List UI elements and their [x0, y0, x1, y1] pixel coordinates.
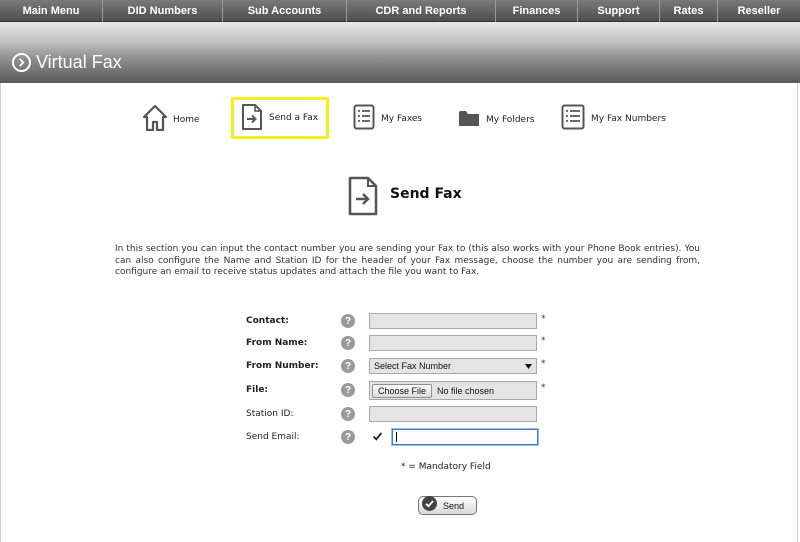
mandatory-note: * = Mandatory Field — [401, 462, 491, 472]
station-id-row: Station ID: ? — [246, 406, 566, 424]
document-arrow-icon — [347, 175, 379, 221]
menu-sub-accounts[interactable]: Sub Accounts — [223, 0, 347, 22]
file-input: Choose File No file chosen — [369, 381, 537, 400]
help-icon[interactable]: ? — [341, 407, 355, 421]
from-number-selected: Select Fax Number — [374, 361, 452, 371]
subnav-send-fax-label: Send a Fax — [269, 113, 319, 123]
list-icon — [561, 104, 585, 133]
from-number-select[interactable]: Select Fax Number — [369, 358, 537, 374]
list-icon — [353, 104, 375, 133]
from-number-label: From Number: — [246, 361, 319, 371]
station-id-input[interactable] — [369, 406, 537, 422]
subnav-my-faxes[interactable]: My Faxes — [353, 104, 422, 133]
folder-icon — [458, 108, 480, 131]
section-heading: Send Fax — [390, 186, 462, 202]
menu-support[interactable]: Support — [578, 0, 660, 22]
contact-input[interactable] — [369, 313, 537, 329]
help-icon[interactable]: ? — [341, 359, 355, 373]
from-name-label: From Name: — [246, 338, 308, 348]
page-title: Virtual Fax — [36, 52, 122, 72]
subnav-home[interactable]: Home — [142, 104, 200, 134]
subnav-my-fax-numbers-label: My Fax Numbers — [591, 113, 666, 124]
title-bar: Virtual Fax — [0, 22, 800, 83]
send-email-row: Send Email: ? — [246, 428, 566, 447]
from-number-row: From Number: ? Select Fax Number * — [246, 358, 566, 376]
menu-rates[interactable]: Rates — [660, 0, 718, 22]
menu-finances[interactable]: Finances — [496, 0, 578, 22]
menu-cdr-reports[interactable]: CDR and Reports — [347, 0, 496, 22]
send-email-checkbox[interactable] — [372, 431, 383, 442]
mandatory-star: * — [541, 314, 546, 324]
home-icon — [142, 104, 168, 134]
top-menu: Main Menu DID Numbers Sub Accounts CDR a… — [0, 0, 800, 22]
send-email-label: Send Email: — [246, 432, 300, 442]
menu-reseller[interactable]: Reseller — [718, 0, 800, 22]
right-border — [797, 83, 798, 542]
subnav-home-label: Home — [173, 114, 200, 125]
subnav-send-fax[interactable]: Send a Fax — [231, 97, 329, 139]
title-wrap: Virtual Fax — [12, 52, 122, 73]
menu-did-numbers[interactable]: DID Numbers — [103, 0, 223, 22]
check-circle-icon — [422, 496, 437, 515]
subnav-my-folders[interactable]: My Folders — [458, 108, 534, 131]
send-button-label: Send — [443, 500, 465, 511]
mandatory-star: * — [541, 336, 546, 346]
section-description: In this section you can input the contac… — [115, 244, 700, 277]
mandatory-star: * — [541, 383, 546, 393]
help-icon[interactable]: ? — [341, 430, 355, 444]
station-id-label: Station ID: — [246, 409, 294, 419]
mandatory-star: * — [541, 359, 546, 369]
contact-label: Contact: — [246, 316, 289, 326]
send-button[interactable]: Send — [418, 496, 477, 515]
left-border — [0, 83, 1, 542]
file-row: File: ? Choose File No file chosen * — [246, 381, 566, 400]
subnav-my-folders-label: My Folders — [486, 114, 535, 125]
text-caret — [396, 432, 397, 442]
send-email-input[interactable] — [391, 428, 539, 446]
circle-chevron-right-icon — [12, 53, 31, 72]
file-status: No file chosen — [437, 385, 495, 396]
document-arrow-icon — [241, 103, 263, 134]
menu-main-menu[interactable]: Main Menu — [0, 0, 103, 22]
help-icon[interactable]: ? — [341, 383, 355, 397]
subnav-my-faxes-label: My Faxes — [381, 113, 423, 124]
from-name-row: From Name: ? * — [246, 335, 566, 353]
dropdown-arrow-icon — [525, 361, 532, 371]
choose-file-button[interactable]: Choose File — [372, 383, 433, 398]
help-icon[interactable]: ? — [341, 336, 355, 350]
checkmark-icon — [372, 432, 383, 441]
from-name-input[interactable] — [369, 335, 537, 351]
file-label: File: — [246, 385, 269, 395]
subnav-my-fax-numbers[interactable]: My Fax Numbers — [561, 104, 666, 133]
contact-row: Contact: ? * — [246, 313, 566, 331]
help-icon[interactable]: ? — [341, 314, 355, 328]
